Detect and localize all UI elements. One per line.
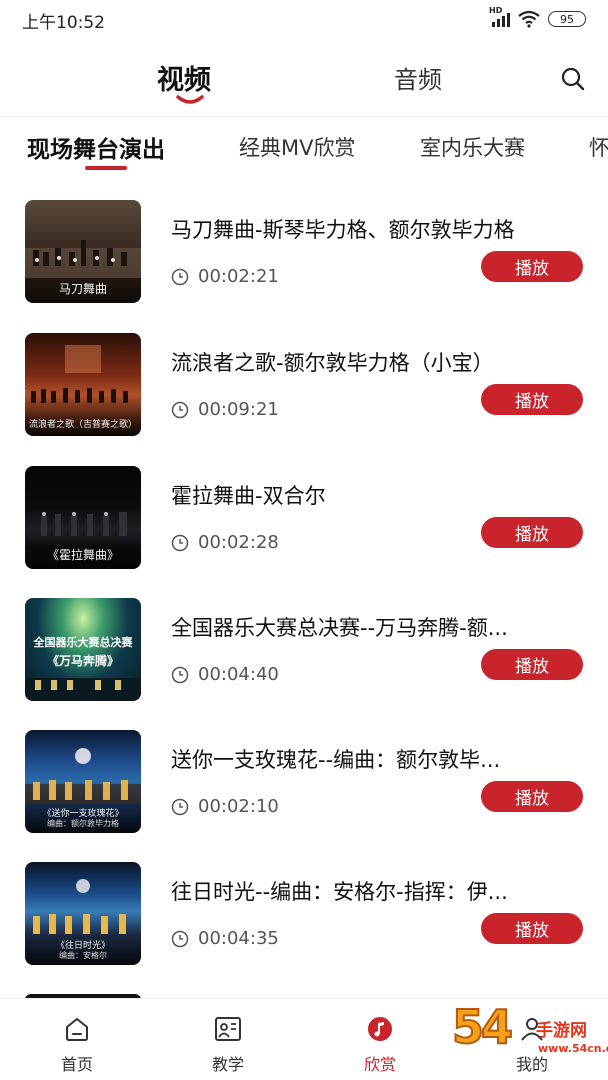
active-tab-indicator <box>176 95 204 104</box>
clock-icon <box>171 666 189 683</box>
video-thumbnail[interactable]: 马刀舞曲 <box>25 200 141 303</box>
video-duration: 00:04:35 <box>171 928 279 949</box>
nav-home-label: 首页 <box>60 1055 93 1074</box>
battery-level: 95 <box>560 12 574 26</box>
duration-text: 00:09:21 <box>198 399 279 420</box>
clock-icon <box>171 534 189 551</box>
category-tabs: 现场舞台演出 经典MV欣赏 室内乐大赛 怀 <box>0 128 608 178</box>
clock-icon <box>171 401 189 418</box>
nav-teaching[interactable]: 教学 <box>188 1015 268 1075</box>
watermark-number: 54 <box>451 999 514 1055</box>
category-tab-classic-mv[interactable]: 经典MV欣赏 <box>239 132 355 162</box>
music-note-icon <box>368 1017 392 1041</box>
video-thumbnail[interactable]: 《往日时光》 编曲：安格尔 <box>25 862 141 965</box>
home-icon <box>66 1018 88 1041</box>
nav-appreciate-label: 欣赏 <box>363 1055 396 1074</box>
duration-text: 00:02:10 <box>198 796 279 817</box>
play-button[interactable]: 播放 <box>481 251 583 282</box>
video-title[interactable]: 送你一支玫瑰花--编曲：额尔敦毕... <box>171 744 585 774</box>
category-tab-chamber-contest[interactable]: 室内乐大赛 <box>420 132 525 162</box>
thumbnail-subcaption: 编曲：安格尔 <box>59 951 107 960</box>
signal-icon: HD <box>489 6 510 27</box>
play-button[interactable]: 播放 <box>481 649 583 680</box>
video-thumbnail[interactable]: 《霍拉舞曲》 <box>25 466 141 569</box>
play-button[interactable]: 播放 <box>481 384 583 415</box>
status-bar: 上午10:52 HD 95 <box>0 0 608 38</box>
category-active-indicator <box>85 166 127 170</box>
video-thumbnail[interactable]: 全国器乐大赛总决赛 《万马奔腾》 <box>25 598 141 701</box>
watermark-logo: 54 手游网 www.54cn.com <box>451 999 608 1074</box>
play-button[interactable]: 播放 <box>481 913 583 944</box>
category-tab-live-stage[interactable]: 现场舞台演出 <box>27 130 165 164</box>
play-button[interactable]: 播放 <box>481 781 583 812</box>
video-duration: 00:04:40 <box>171 664 279 685</box>
video-list-item[interactable]: 流浪者之歌（吉普赛之歌） 流浪者之歌-额尔敦毕力格（小宝） 00:09:21 播… <box>0 333 608 437</box>
video-list-item[interactable]: 《霍拉舞曲》 霍拉舞曲-双合尔 00:02:28 播放 <box>0 466 608 570</box>
top-tabs: 视频 音频 <box>0 50 608 110</box>
nav-home[interactable]: 首页 <box>37 1015 117 1075</box>
video-list-item[interactable]: 马刀舞曲 马刀舞曲-斯琴毕力格、额尔敦毕力格 00:02:21 播放 <box>0 200 608 304</box>
duration-text: 00:04:40 <box>198 664 279 685</box>
thumbnail-caption: 马刀舞曲 <box>58 282 107 296</box>
network-type: HD <box>489 6 503 15</box>
nav-appreciate[interactable]: 欣赏 <box>340 1015 420 1075</box>
clock-icon <box>171 930 189 947</box>
tab-audio[interactable]: 音频 <box>394 60 442 95</box>
video-duration: 00:09:21 <box>171 399 279 420</box>
watermark-url: www.54cn.com <box>538 1042 608 1055</box>
thumbnail-caption: 《霍拉舞曲》 <box>46 548 119 562</box>
video-title[interactable]: 往日时光--编曲：安格尔-指挥：伊... <box>171 876 585 906</box>
search-icon[interactable] <box>560 66 586 92</box>
duration-text: 00:04:35 <box>198 928 279 949</box>
video-title[interactable]: 流浪者之歌-额尔敦毕力格（小宝） <box>171 347 585 377</box>
video-list-item[interactable]: 全国器乐大赛总决赛 《万马奔腾》 全国器乐大赛总决赛--万马奔腾-额... 00… <box>0 598 608 702</box>
status-icons: HD 95 <box>489 6 586 29</box>
teaching-icon <box>215 1017 241 1041</box>
wifi-icon <box>518 10 540 28</box>
video-list-item[interactable]: 《送你一支玫瑰花》 编曲：额尔敦毕力格 送你一支玫瑰花--编曲：额尔敦毕... … <box>0 730 608 834</box>
thumbnail-caption: 流浪者之歌（吉普赛之歌） <box>28 420 137 430</box>
duration-text: 00:02:28 <box>198 532 279 553</box>
category-tab-more[interactable]: 怀 <box>589 132 608 162</box>
watermark-name: 手游网 <box>536 1021 587 1041</box>
play-button[interactable]: 播放 <box>481 517 583 548</box>
video-thumbnail[interactable]: 《送你一支玫瑰花》 编曲：额尔敦毕力格 <box>25 730 141 833</box>
video-duration: 00:02:28 <box>171 532 279 553</box>
video-title[interactable]: 霍拉舞曲-双合尔 <box>171 480 585 510</box>
status-time: 上午10:52 <box>22 13 105 33</box>
duration-text: 00:02:21 <box>198 266 279 287</box>
battery-icon: 95 <box>548 11 586 27</box>
video-duration: 00:02:21 <box>171 266 279 287</box>
clock-icon <box>171 798 189 815</box>
thumbnail-subcaption: 编曲：额尔敦毕力格 <box>47 819 119 828</box>
nav-teaching-label: 教学 <box>211 1055 244 1074</box>
header-divider <box>0 116 608 117</box>
video-title[interactable]: 马刀舞曲-斯琴毕力格、额尔敦毕力格 <box>171 214 585 244</box>
video-thumbnail[interactable]: 流浪者之歌（吉普赛之歌） <box>25 333 141 436</box>
video-title[interactable]: 全国器乐大赛总决赛--万马奔腾-额... <box>171 612 585 642</box>
tab-video[interactable]: 视频 <box>157 58 211 97</box>
video-duration: 00:02:10 <box>171 796 279 817</box>
clock-icon <box>171 268 189 285</box>
video-list-item[interactable]: 《往日时光》 编曲：安格尔 往日时光--编曲：安格尔-指挥：伊... 00:04… <box>0 862 608 966</box>
